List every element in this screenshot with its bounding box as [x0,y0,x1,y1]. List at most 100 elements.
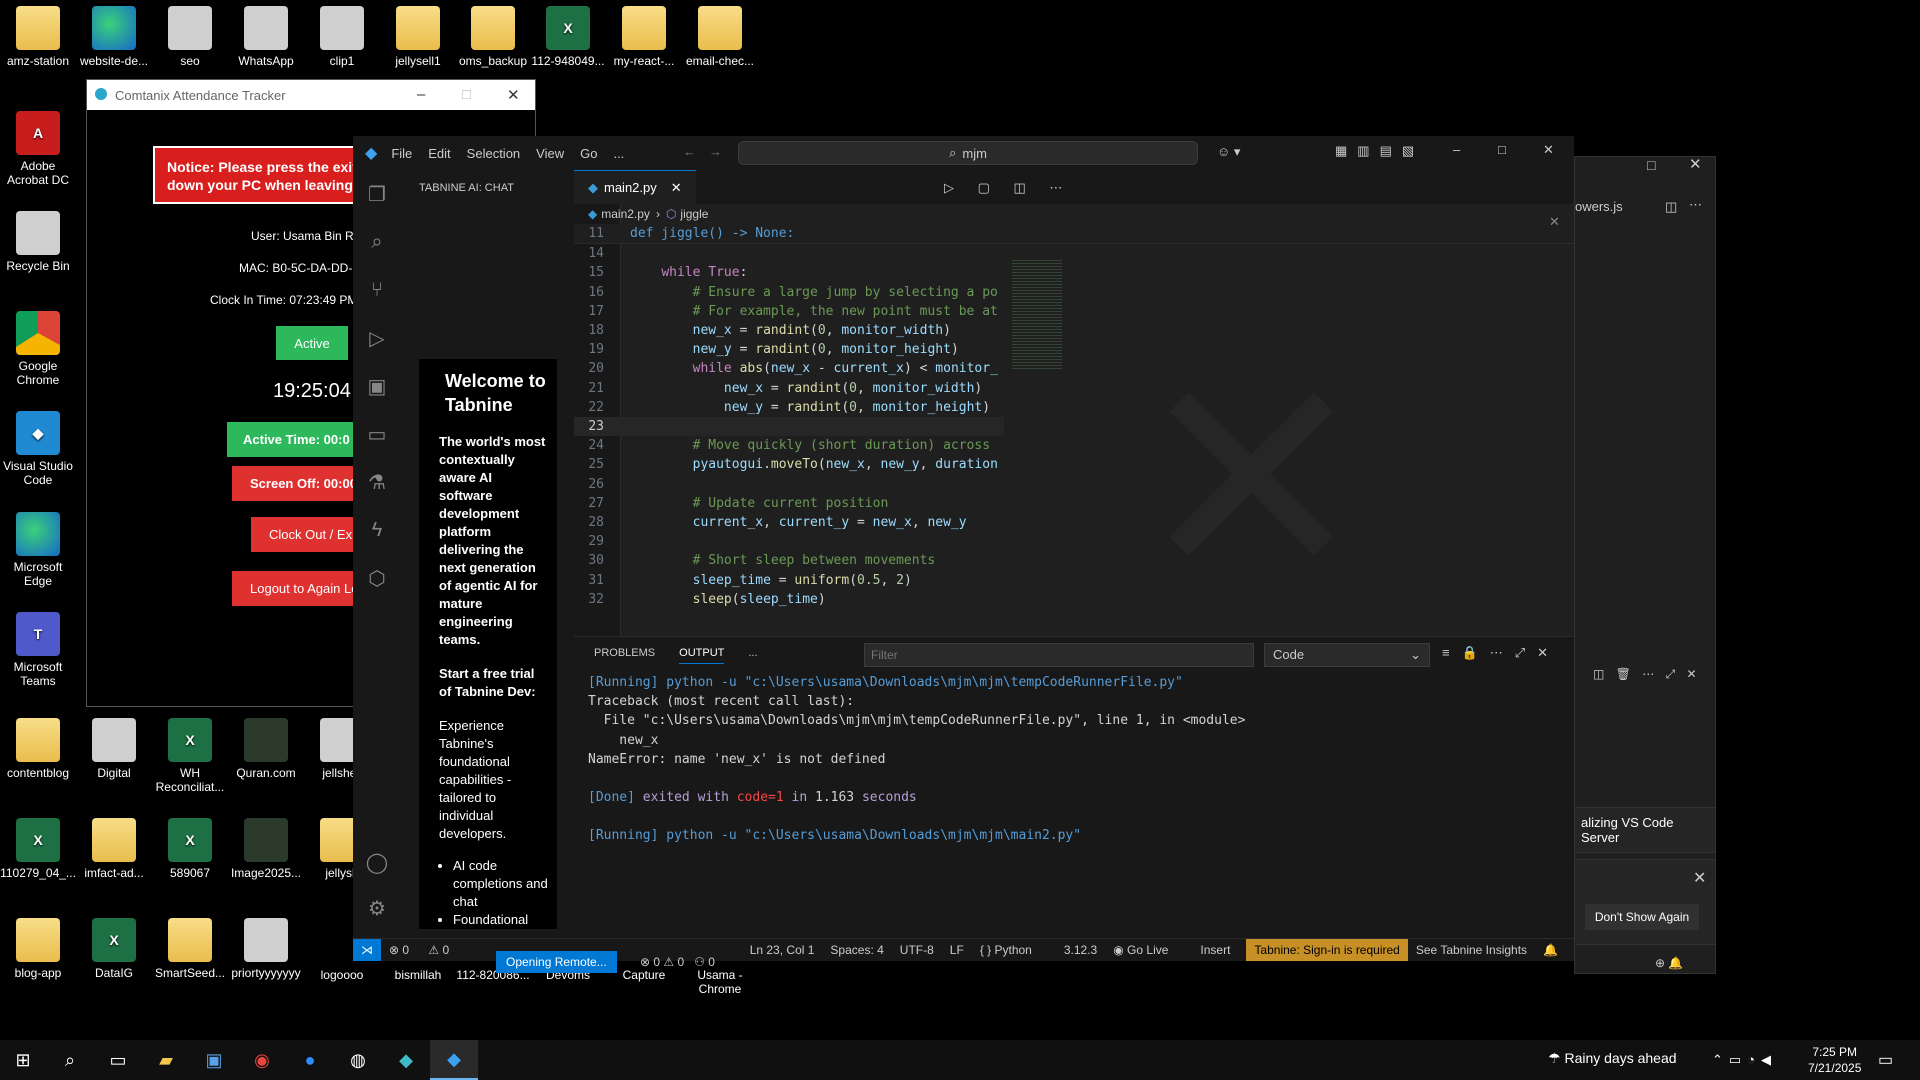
tabnine-icon[interactable]: ϟ [353,506,401,554]
minimize-icon[interactable]: – [417,86,425,103]
back-arrow-icon[interactable]: ← [683,144,696,159]
desktop-icon[interactable]: Usama - Chrome [682,968,758,996]
zoom-icon[interactable]: ● [286,1040,334,1080]
close-icon[interactable]: ✕ [1543,142,1554,158]
desktop-icon[interactable]: clip1 [304,6,380,68]
store-icon[interactable]: ▣ [190,1040,238,1080]
settings-gear-icon[interactable]: ⚙ [353,884,401,932]
opening-remote-status[interactable]: Opening Remote... [496,951,617,973]
menu-item[interactable]: Edit [428,146,450,161]
tabnine-status[interactable]: Tabnine: Sign-in is required [1246,939,1408,961]
weather-widget[interactable]: ☂ Rainy days ahead [1548,1050,1677,1067]
search-icon[interactable]: ⌕ [353,218,401,266]
more-icon[interactable]: ⋯ [1689,197,1702,213]
desktop-icon[interactable]: Microsoft Edge [0,512,76,588]
desktop-icon[interactable]: Quran.com [228,718,304,780]
minimap[interactable] [1012,260,1062,370]
desktop-icon[interactable]: oms_backup [455,6,531,68]
desktop-icon[interactable]: Capture [606,968,682,982]
desktop-icon[interactable]: amz-station [0,6,76,68]
desktop-icon[interactable]: X WH Reconciliat... [152,718,228,794]
copilot-icon[interactable]: ☺ ▾ [1217,144,1240,160]
remote-explorer-icon[interactable]: ▭ [353,410,401,458]
close-icon[interactable]: ✕ [507,86,520,104]
menu-item[interactable]: File [391,146,412,161]
layout-icons[interactable]: ▦▥▤▧ [1335,143,1424,159]
desktop-icon[interactable]: T Microsoft Teams [0,612,76,688]
insert-mode[interactable]: Insert [1200,943,1230,957]
search-icon[interactable]: ⌕ [46,1040,94,1080]
app-icon[interactable]: ◍ [334,1040,382,1080]
minimize-icon[interactable]: – [1453,142,1460,157]
breadcrumb-file[interactable]: main2.py [601,207,650,221]
notification-icon[interactable]: ▭ [1878,1050,1893,1070]
dont-show-again-button[interactable]: Don't Show Again [1585,904,1699,930]
remote-app-icon[interactable]: ◆ [382,1040,430,1080]
vscode-taskbar-icon[interactable]: ◆ [430,1040,478,1080]
desktop-icon[interactable]: ◆ Visual Studio Code [0,411,76,487]
encoding[interactable]: UTF-8 [900,943,934,957]
source-control-icon[interactable]: ⑂ [353,266,401,314]
desktop-icon[interactable]: imfact-ad... [76,818,152,880]
maximize-icon[interactable]: □ [462,86,471,103]
windows-start-icon[interactable]: ⊞ [0,1040,46,1080]
menu-item[interactable]: View [536,146,564,161]
desktop-icon[interactable]: logoooo [304,968,380,982]
maximize-icon[interactable]: □ [1647,157,1655,173]
indentation[interactable]: Spaces: 4 [830,943,883,957]
desktop-icon[interactable]: priortyyyyyyy [228,918,304,980]
line-ending[interactable]: LF [950,943,964,957]
desktop-icon[interactable]: X 112-948049... [530,6,606,68]
menu-item[interactable]: Selection [467,146,520,161]
desktop-icon[interactable]: Recycle Bin [0,211,76,273]
more-icon[interactable]: ... [748,647,757,664]
tab-problems[interactable]: PROBLEMS [594,647,655,664]
chrome-icon[interactable]: ◉ [238,1040,286,1080]
tabnine-chat-icon[interactable]: ⬡ [353,554,401,602]
desktop-icon[interactable]: WhatsApp [228,6,304,68]
tabnine-insights[interactable]: See Tabnine Insights [1416,943,1527,957]
panel-actions[interactable]: ≡🔒⋯⤢✕ [1442,645,1560,661]
task-view-icon[interactable]: ▭ [94,1040,142,1080]
desktop-icon[interactable]: contentblog [0,718,76,780]
desktop-icon[interactable]: website-de... [76,6,152,68]
desktop-icon[interactable]: email-chec... [682,6,758,68]
desktop-icon[interactable]: blog-app [0,918,76,980]
explorer-icon[interactable]: ❐ [353,170,401,218]
bg-problems-status[interactable]: ⊗ 0 ⚠ 0 ⚇ 0 [640,955,715,969]
tab-main2[interactable]: ◆ main2.py ✕ [574,170,696,204]
desktop-icon[interactable]: X DataIG [76,918,152,980]
clock-out-button[interactable]: Clock Out / Exit [251,517,357,552]
bell-icon[interactable]: 🔔 [1543,943,1558,957]
testing-icon[interactable]: ⚗ [353,458,401,506]
forward-arrow-icon[interactable]: → [709,144,722,159]
language-mode[interactable]: { } Python [980,943,1048,957]
desktop-icon[interactable]: A Adobe Acrobat DC [0,111,76,187]
status-active-button[interactable]: Active [276,326,348,360]
menu-item[interactable]: ... [613,146,624,161]
problems-status[interactable]: ⊗ 0 ⚠ 0 [389,943,465,957]
bg-status-icons[interactable]: ⊕ 🔔 [1655,956,1683,970]
bg-tab-label[interactable]: owers.js [1575,199,1623,214]
account-icon[interactable]: ◯ [353,838,401,886]
maximize-icon[interactable]: □ [1498,142,1506,157]
python-version[interactable]: 3.12.3 [1064,943,1097,957]
close-icon[interactable]: ✕ [1689,155,1702,173]
breadcrumb-symbol[interactable]: jiggle [680,207,708,221]
desktop-icon[interactable]: Image2025... [228,818,304,880]
logout-button[interactable]: Logout to Again Lo [232,571,357,606]
desktop-icon[interactable]: bismillah [380,968,456,982]
panel-controls[interactable]: ◫ 🗑 ⋯ ⤢ ✕ [1593,667,1701,682]
file-explorer-icon[interactable]: ▰ [142,1040,190,1080]
cursor-position[interactable]: Ln 23, Col 1 [750,943,815,957]
clock[interactable]: 7:25 PM 7/21/2025 [1808,1044,1861,1076]
desktop-icon[interactable]: seo [152,6,228,68]
desktop-icon[interactable]: X 110279_04_... [0,818,76,880]
remote-indicator-icon[interactable]: ⋊ [353,939,381,961]
desktop-icon[interactable]: X 589067 [152,818,228,880]
close-icon[interactable]: ✕ [671,180,682,196]
desktop-icon[interactable]: SmartSeed... [152,918,228,980]
menu-item[interactable]: Go [580,146,597,161]
output-filter-input[interactable] [864,643,1254,667]
code-editor[interactable]: 14 15 while True: 16 # Ensure a large jump… [574,244,1004,624]
